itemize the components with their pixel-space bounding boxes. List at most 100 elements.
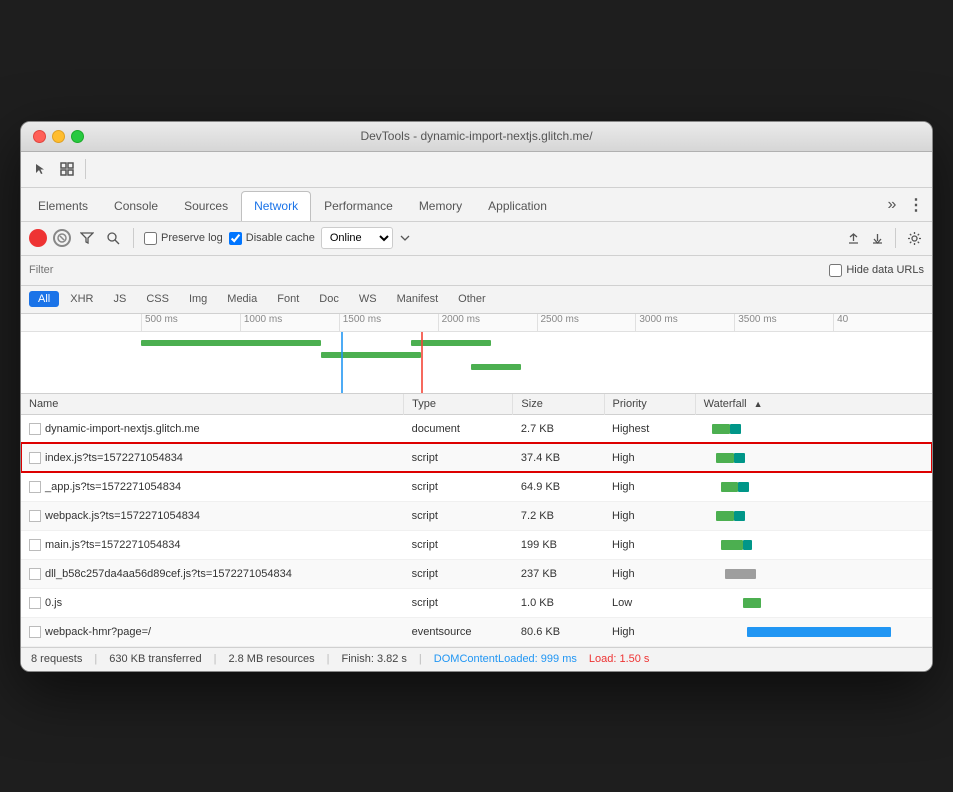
upload-icon[interactable]	[843, 228, 863, 248]
status-load-time: Load: 1.50 s	[589, 653, 650, 665]
tab-network[interactable]: Network	[241, 191, 311, 221]
cell-priority: High	[604, 559, 695, 588]
stop-button[interactable]	[53, 229, 71, 247]
cell-name: dll_b58c257da4aa56d89cef.js?ts=157227105…	[21, 559, 404, 588]
record-button[interactable]	[29, 229, 47, 247]
ruler-tick-3500: 3500 ms	[734, 314, 833, 331]
waterfall-bar-green	[712, 424, 730, 434]
waterfall-bar-green	[716, 511, 734, 521]
type-btn-css[interactable]: CSS	[137, 291, 178, 307]
cell-size: 237 KB	[513, 559, 604, 588]
table-row[interactable]: webpack-hmr?page=/ eventsource 80.6 KB H…	[21, 617, 932, 646]
ruler-tick-2000: 2000 ms	[438, 314, 537, 331]
more-options-icon[interactable]: ⋮	[904, 193, 928, 217]
status-bar: 8 requests | 630 KB transferred | 2.8 MB…	[21, 647, 932, 671]
preserve-log-checkbox[interactable]	[144, 232, 157, 245]
type-btn-doc[interactable]: Doc	[310, 291, 348, 307]
titlebar: DevTools - dynamic-import-nextjs.glitch.…	[21, 122, 932, 152]
cell-name: webpack-hmr?page=/	[21, 617, 404, 646]
ruler-tick-500: 500 ms	[141, 314, 240, 331]
waterfall-bar-container	[703, 622, 924, 642]
tl-bar-1	[141, 340, 321, 346]
minimize-button[interactable]	[52, 130, 65, 143]
hide-data-urls-label[interactable]: Hide data URLs	[829, 264, 924, 277]
type-btn-all[interactable]: All	[29, 291, 59, 307]
close-button[interactable]	[33, 130, 46, 143]
cell-size: 7.2 KB	[513, 501, 604, 530]
tab-performance[interactable]: Performance	[311, 191, 406, 221]
type-btn-img[interactable]: Img	[180, 291, 216, 307]
type-btn-ws[interactable]: WS	[350, 291, 386, 307]
waterfall-bar-teal	[743, 540, 752, 550]
col-header-type[interactable]: Type	[404, 394, 513, 415]
ruler-tick-2500: 2500 ms	[537, 314, 636, 331]
devtools-panel: Elements Console Sources Network Perform…	[21, 152, 932, 671]
window-title: DevTools - dynamic-import-nextjs.glitch.…	[360, 129, 592, 143]
inspect-icon[interactable]	[55, 157, 79, 181]
waterfall-bar-teal	[730, 424, 741, 434]
devtools-tabs: Elements Console Sources Network Perform…	[21, 188, 932, 222]
status-resources: 2.8 MB resources	[228, 653, 314, 665]
col-header-name[interactable]: Name	[21, 394, 404, 415]
table-row-highlighted[interactable]: index.js?ts=1572271054834 script 37.4 KB…	[21, 443, 932, 472]
table-row[interactable]: 0.js script 1.0 KB Low	[21, 588, 932, 617]
waterfall-bar-teal	[734, 453, 745, 463]
cell-type: eventsource	[404, 617, 513, 646]
cell-type: script	[404, 588, 513, 617]
tl-bar-3	[411, 340, 491, 346]
tab-console[interactable]: Console	[101, 191, 171, 221]
col-header-waterfall[interactable]: Waterfall ▲	[695, 394, 932, 415]
status-dom-loaded: DOMContentLoaded: 999 ms	[434, 653, 577, 665]
table-row[interactable]: dynamic-import-nextjs.glitch.me document…	[21, 414, 932, 443]
table-row[interactable]: dll_b58c257da4aa56d89cef.js?ts=157227105…	[21, 559, 932, 588]
filter-bar: Hide data URLs	[21, 256, 932, 286]
timeline-area: 500 ms 1000 ms 1500 ms 2000 ms 2500 ms 3…	[21, 314, 932, 394]
dom-content-loaded-line	[341, 332, 343, 394]
type-btn-font[interactable]: Font	[268, 291, 308, 307]
filter-input[interactable]	[29, 264, 129, 276]
type-btn-media[interactable]: Media	[218, 291, 266, 307]
waterfall-bar-teal	[738, 482, 749, 492]
waterfall-bar-container	[703, 477, 924, 497]
type-btn-xhr[interactable]: XHR	[61, 291, 102, 307]
download-icon[interactable]	[867, 228, 887, 248]
col-header-size[interactable]: Size	[513, 394, 604, 415]
filter-icon[interactable]	[77, 228, 97, 248]
table-row[interactable]: webpack.js?ts=1572271054834 script 7.2 K…	[21, 501, 932, 530]
cell-priority: High	[604, 617, 695, 646]
col-header-priority[interactable]: Priority	[604, 394, 695, 415]
table-header-row: Name Type Size Priority Waterfall ▲	[21, 394, 932, 415]
table-row[interactable]: _app.js?ts=1572271054834 script 64.9 KB …	[21, 472, 932, 501]
cell-waterfall	[695, 617, 932, 646]
more-tabs-icon[interactable]: »	[880, 193, 904, 217]
table-row[interactable]: main.js?ts=1572271054834 script 199 KB H…	[21, 530, 932, 559]
tab-memory[interactable]: Memory	[406, 191, 475, 221]
waterfall-bar-green	[721, 540, 743, 550]
preserve-log-label[interactable]: Preserve log	[144, 232, 223, 245]
maximize-button[interactable]	[71, 130, 84, 143]
type-btn-other[interactable]: Other	[449, 291, 495, 307]
ruler-tick-1000: 1000 ms	[240, 314, 339, 331]
throttle-arrow-icon	[399, 232, 411, 244]
throttle-select[interactable]: Online Fast 3G Slow 3G Offline	[321, 227, 393, 249]
disable-cache-checkbox[interactable]	[229, 232, 242, 245]
tab-elements[interactable]: Elements	[25, 191, 101, 221]
search-icon[interactable]	[103, 228, 123, 248]
cell-size: 37.4 KB	[513, 443, 604, 472]
cursor-icon[interactable]	[29, 157, 53, 181]
disable-cache-label[interactable]: Disable cache	[229, 232, 315, 245]
cell-waterfall	[695, 443, 932, 472]
hide-data-urls-checkbox[interactable]	[829, 264, 842, 277]
settings-icon[interactable]	[904, 228, 924, 248]
waterfall-bar-teal	[734, 511, 745, 521]
ruler-tick-1500: 1500 ms	[339, 314, 438, 331]
type-btn-manifest[interactable]: Manifest	[388, 291, 448, 307]
tab-application[interactable]: Application	[475, 191, 560, 221]
tab-sources[interactable]: Sources	[171, 191, 241, 221]
cell-name: webpack.js?ts=1572271054834	[21, 501, 404, 530]
waterfall-bar-container	[703, 535, 924, 555]
type-btn-js[interactable]: JS	[104, 291, 135, 307]
timeline-graph	[21, 332, 932, 394]
network-table: Name Type Size Priority Waterfall ▲ dyna	[21, 394, 932, 647]
toolbar-separator-2	[133, 228, 134, 248]
